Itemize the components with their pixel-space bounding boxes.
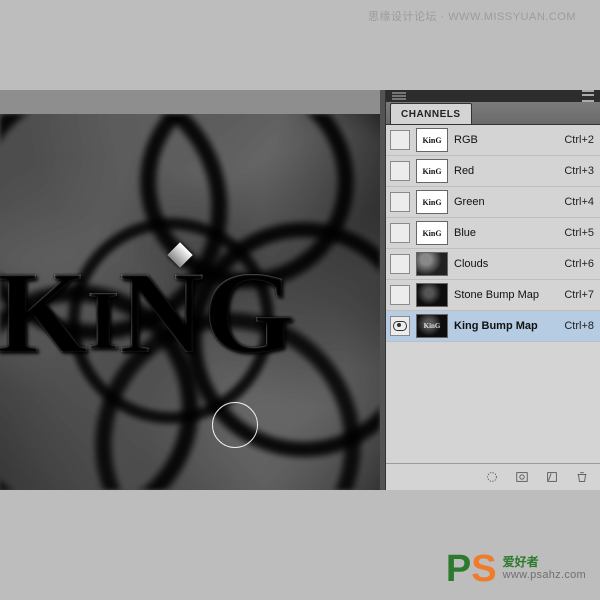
panel-menu-icon[interactable] bbox=[582, 90, 594, 102]
channel-shortcut: Ctrl+5 bbox=[564, 227, 594, 239]
king-text: KING bbox=[0, 254, 380, 372]
visibility-toggle[interactable] bbox=[390, 223, 410, 243]
visibility-toggle[interactable] bbox=[390, 130, 410, 150]
channel-rows: KinG RGB Ctrl+2 KinG Red Ctrl+3 KinG Green Ctrl+… bbox=[386, 125, 600, 463]
eye-icon bbox=[393, 321, 407, 331]
document-canvas[interactable]: KING bbox=[0, 114, 380, 490]
channel-row[interactable]: KinG King Bump Map Ctrl+8 bbox=[386, 311, 600, 342]
delete-channel-icon[interactable] bbox=[574, 470, 590, 484]
channel-shortcut: Ctrl+8 bbox=[564, 320, 594, 332]
panel-topbar bbox=[386, 90, 600, 102]
channels-panel: CHANNELS KinG RGB Ctrl+2 KinG Red Ctrl+3 KinG G… bbox=[386, 90, 600, 490]
channel-thumb: KinG bbox=[416, 221, 448, 245]
channel-row[interactable]: Clouds Ctrl+6 bbox=[386, 249, 600, 280]
channel-shortcut: Ctrl+6 bbox=[564, 258, 594, 270]
save-selection-icon[interactable] bbox=[514, 470, 530, 484]
channel-row[interactable]: Stone Bump Map Ctrl+7 bbox=[386, 280, 600, 311]
load-selection-icon[interactable] bbox=[484, 470, 500, 484]
channel-name: Blue bbox=[454, 227, 558, 239]
panel-footer bbox=[386, 463, 600, 490]
channel-shortcut: Ctrl+3 bbox=[564, 165, 594, 177]
tab-channels[interactable]: CHANNELS bbox=[390, 103, 472, 124]
channel-name: Stone Bump Map bbox=[454, 289, 558, 301]
channel-thumb bbox=[416, 283, 448, 307]
visibility-toggle[interactable] bbox=[390, 192, 410, 212]
visibility-toggle[interactable] bbox=[390, 161, 410, 181]
new-channel-icon[interactable] bbox=[544, 470, 560, 484]
channel-shortcut: Ctrl+7 bbox=[564, 289, 594, 301]
channel-row[interactable]: KinG Blue Ctrl+5 bbox=[386, 218, 600, 249]
dot-over-i-icon bbox=[167, 242, 192, 267]
channel-name: Green bbox=[454, 196, 558, 208]
visibility-toggle[interactable] bbox=[390, 254, 410, 274]
brand-url: www.psahz.com bbox=[503, 569, 586, 582]
panel-grip-icon[interactable] bbox=[392, 95, 406, 97]
ps-logo-icon: PS bbox=[446, 554, 497, 584]
site-watermark: PS 爱好者 www.psahz.com bbox=[446, 554, 586, 584]
channel-name: King Bump Map bbox=[454, 320, 558, 332]
channel-name: RGB bbox=[454, 134, 558, 146]
source-watermark: 思缘设计论坛 · WWW.MISSYUAN.COM bbox=[368, 8, 576, 24]
channel-shortcut: Ctrl+4 bbox=[564, 196, 594, 208]
visibility-toggle[interactable] bbox=[390, 285, 410, 305]
channel-name: Clouds bbox=[454, 258, 558, 270]
channel-thumb: KinG bbox=[416, 314, 448, 338]
channel-row[interactable]: KinG Red Ctrl+3 bbox=[386, 156, 600, 187]
channel-thumb bbox=[416, 252, 448, 276]
brand-cn: 爱好者 bbox=[503, 556, 586, 570]
channel-thumb: KinG bbox=[416, 159, 448, 183]
channel-row[interactable]: KinG Green Ctrl+4 bbox=[386, 187, 600, 218]
panel-tabs: CHANNELS bbox=[386, 102, 600, 125]
channel-thumb: KinG bbox=[416, 128, 448, 152]
brush-cursor-icon bbox=[212, 402, 258, 448]
channel-row[interactable]: KinG RGB Ctrl+2 bbox=[386, 125, 600, 156]
visibility-toggle[interactable] bbox=[390, 316, 410, 336]
channel-shortcut: Ctrl+2 bbox=[564, 134, 594, 146]
channel-thumb: KinG bbox=[416, 190, 448, 214]
channel-name: Red bbox=[454, 165, 558, 177]
photoshop-window: KING CHANNELS KinG RGB Ctrl+2 KinG Red Ctrl+3… bbox=[0, 90, 600, 490]
